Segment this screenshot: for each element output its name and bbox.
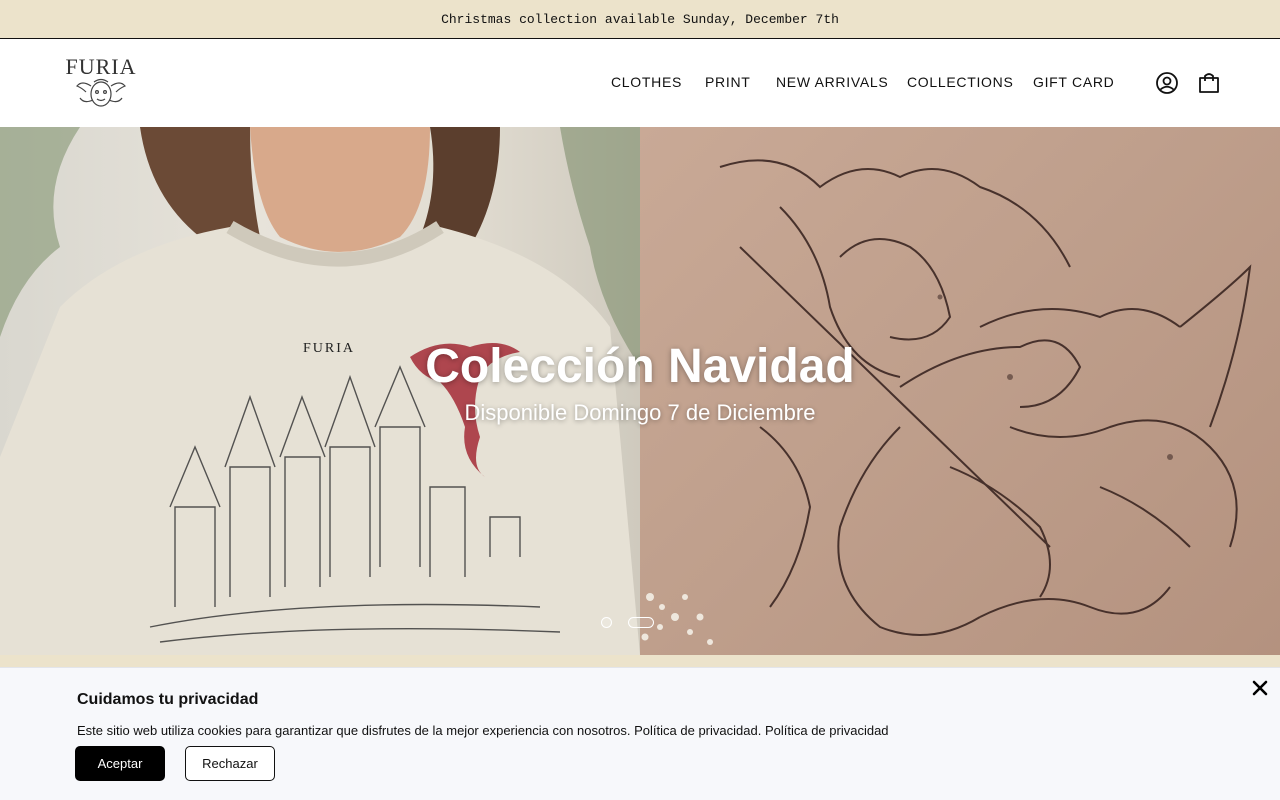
slide-dot-1[interactable] (601, 617, 612, 628)
accept-cookies-button[interactable]: Aceptar (75, 746, 165, 781)
section-divider (0, 655, 1280, 667)
nav-new-arrivals[interactable]: NEW ARRIVALS (776, 74, 888, 90)
privacy-policy-link-2[interactable]: Política de privacidad (765, 723, 889, 738)
announcement-bar: Christmas collection available Sunday, D… (0, 0, 1280, 39)
nav-collections[interactable]: COLLECTIONS (907, 74, 1014, 90)
account-icon[interactable] (1155, 71, 1179, 95)
logo-emblem-icon (76, 78, 126, 107)
shopping-bag-icon[interactable] (1197, 71, 1221, 95)
cookie-title: Cuidamos tu privacidad (77, 691, 259, 708)
nav-clothes[interactable]: CLOTHES (611, 74, 682, 90)
hero-title: Colección Navidad (425, 340, 855, 393)
announcement-text: Christmas collection available Sunday, D… (441, 11, 839, 27)
hero-slideshow[interactable]: FURIA Colección Navidad Disponible Domin… (0, 127, 1280, 655)
privacy-policy-link-1[interactable]: Política de privacidad. (634, 723, 761, 738)
site-header: FURIA CLOTHES PRINT NEW ARRIVALS COLLECT… (0, 40, 1280, 127)
nav-gift-card[interactable]: GIFT CARD (1033, 74, 1115, 90)
hero-subtitle: Disponible Domingo 7 de Diciembre (464, 400, 816, 425)
slide-dot-2-active[interactable] (628, 617, 654, 628)
logo[interactable]: FURIA (60, 54, 142, 110)
reject-cookies-button[interactable]: Rechazar (185, 746, 275, 781)
close-icon[interactable] (1250, 678, 1270, 698)
nav-print[interactable]: PRINT (705, 74, 751, 90)
cookie-banner: Cuidamos tu privacidad Este sitio web ut… (0, 667, 1280, 800)
cookie-description: Este sitio web utiliza cookies para gara… (77, 723, 631, 738)
cookie-text: Este sitio web utiliza cookies para gara… (77, 723, 889, 738)
